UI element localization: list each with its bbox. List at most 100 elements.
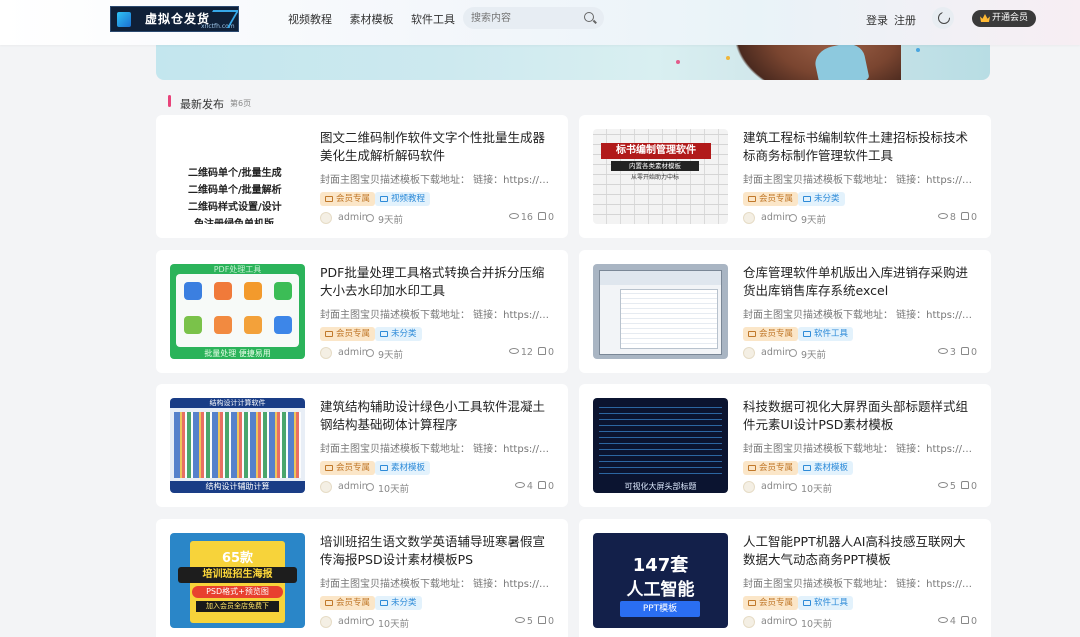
post-thumbnail[interactable] xyxy=(593,264,728,359)
author-avatar[interactable] xyxy=(743,347,755,359)
category-tag[interactable]: 未分类 xyxy=(798,192,845,206)
thumbs-up-icon xyxy=(960,212,969,220)
crown-icon xyxy=(980,14,990,22)
register-link[interactable]: 注册 xyxy=(894,12,916,28)
post-title[interactable]: 建筑工程标书编制软件土建招标投标技术标商务标制作管理软件工具 xyxy=(743,129,977,165)
vip-tag[interactable]: 会员专属 xyxy=(743,327,799,341)
thumb-line: 结构设计辅助计算 xyxy=(170,481,305,493)
post-thumbnail[interactable]: PDF处理工具 批量处理 便捷易用 xyxy=(170,264,305,359)
vip-tag[interactable]: 会员专属 xyxy=(320,596,376,610)
author-name[interactable]: admin xyxy=(761,212,791,223)
thumbs-up-icon xyxy=(537,347,546,355)
clock-icon xyxy=(366,618,374,626)
view-count: 5 xyxy=(526,616,533,627)
thumb-line: 65款 xyxy=(221,551,254,566)
author-avatar[interactable] xyxy=(743,481,755,493)
author-name[interactable]: admin xyxy=(338,347,368,358)
eye-icon xyxy=(937,482,948,488)
like-count: 0 xyxy=(547,616,554,627)
post-title[interactable]: 仓库管理软件单机版出入库进销存采购进货出库销售库存系统excel xyxy=(743,264,977,300)
vip-tag-icon xyxy=(748,600,756,606)
view-count: 16 xyxy=(520,212,533,223)
vip-tag[interactable]: 会员专属 xyxy=(743,461,799,475)
category-tag[interactable]: 未分类 xyxy=(375,596,422,610)
post-card[interactable]: 可视化大屏头部标题 科技数据可视化大屏界面头部标题样式组件元素UI设计PSD素材… xyxy=(579,384,991,507)
search-input[interactable] xyxy=(471,10,576,26)
category-tag[interactable]: 素材模板 xyxy=(375,461,431,475)
post-title[interactable]: 培训班招生语文数学英语辅导班寒暑假宣传海报PSD设计素材模板PS xyxy=(320,533,554,569)
author-avatar[interactable] xyxy=(320,347,332,359)
nav-item-video-tutorials[interactable]: 视频教程 xyxy=(288,13,332,26)
nav-item-software-tools[interactable]: 软件工具 xyxy=(411,13,455,26)
nav-item-templates[interactable]: 素材模板 xyxy=(350,13,394,26)
post-thumbnail[interactable]: 可视化大屏头部标题 xyxy=(593,398,728,493)
thumbs-up-icon xyxy=(537,616,546,624)
vip-tag[interactable]: 会员专属 xyxy=(743,596,799,610)
category-tag[interactable]: 软件工具 xyxy=(798,596,854,610)
view-count: 8 xyxy=(949,212,956,223)
tag-label: 软件工具 xyxy=(814,598,849,608)
author-avatar[interactable] xyxy=(320,616,332,628)
thumbs-up-icon xyxy=(960,616,969,624)
author-avatar[interactable] xyxy=(743,212,755,224)
post-thumbnail[interactable]: 标书编制管理软件 内置各类素材模板 从零开始助力中标 xyxy=(593,129,728,224)
clock-icon xyxy=(789,483,797,491)
thumb-icon-grid xyxy=(174,412,301,478)
vip-button[interactable]: 开通会员 xyxy=(972,10,1036,27)
author-name[interactable]: admin xyxy=(761,481,791,492)
post-card[interactable]: 结构设计计算软件 结构设计辅助计算 建筑结构辅助设计绿色小工具软件混凝土钢结构基… xyxy=(156,384,568,507)
category-tag[interactable]: 软件工具 xyxy=(798,327,854,341)
post-card[interactable]: 标书编制管理软件 内置各类素材模板 从零开始助力中标 建筑工程标书编制软件土建招… xyxy=(579,115,991,238)
author-avatar[interactable] xyxy=(320,481,332,493)
post-stats: 40 xyxy=(937,616,977,627)
post-title[interactable]: 图文二维码制作软件文字个性批量生成器美化生成解析解码软件 xyxy=(320,129,554,165)
author-name[interactable]: admin xyxy=(338,212,368,223)
post-card[interactable]: 147套 人工智能 PPT模板 人工智能PPT机器人AI高科技感互联网大数据大气… xyxy=(579,519,991,637)
post-card[interactable]: 二维码单个/批量生成 二维码单个/批量解析 二维码样式设置/设计 免注册绿色单机… xyxy=(156,115,568,238)
post-stats: 12 0 xyxy=(508,347,554,358)
search-icon[interactable] xyxy=(584,12,594,22)
post-title[interactable]: 科技数据可视化大屏界面头部标题样式组件元素UI设计PSD素材模板 xyxy=(743,398,977,434)
post-title[interactable]: 人工智能PPT机器人AI高科技感互联网大数据大气动态商务PPT模板 xyxy=(743,533,977,569)
author-name[interactable]: admin xyxy=(761,347,791,358)
banner-confetti xyxy=(676,60,680,64)
post-thumbnail[interactable]: 结构设计计算软件 结构设计辅助计算 xyxy=(170,398,305,493)
post-card[interactable]: 65款 培训班招生海报 PSD格式+预览图 加入会员全店免费下 培训班招生语文数… xyxy=(156,519,568,637)
folder-icon xyxy=(803,600,811,606)
vip-tag-icon xyxy=(748,465,756,471)
post-thumbnail[interactable]: 二维码单个/批量生成 二维码单个/批量解析 二维码样式设置/设计 免注册绿色单机… xyxy=(170,129,305,224)
post-title[interactable]: PDF批量处理工具格式转换合并拆分压缩大小去水印加水印工具 xyxy=(320,264,554,300)
post-card[interactable]: PDF处理工具 批量处理 便捷易用 PDF批量处理工具格式转换合并拆分压缩大小去… xyxy=(156,250,568,373)
vip-button-label: 开通会员 xyxy=(992,13,1029,23)
tag-label: 会员专属 xyxy=(759,463,794,473)
drop-icon xyxy=(244,282,262,300)
login-link[interactable]: 登录 xyxy=(866,12,888,28)
post-card[interactable]: 仓库管理软件单机版出入库进销存采购进货出库销售库存系统excel 封面主图宝贝描… xyxy=(579,250,991,373)
like-count: 0 xyxy=(970,616,977,627)
author-avatar[interactable] xyxy=(743,616,755,628)
author-avatar[interactable] xyxy=(320,212,332,224)
post-thumbnail[interactable]: 147套 人工智能 PPT模板 xyxy=(593,533,728,628)
folder-icon xyxy=(380,600,388,606)
post-time: 9天前 xyxy=(801,215,827,226)
thumb-line: 可视化大屏头部标题 xyxy=(624,482,697,491)
post-title[interactable]: 建筑结构辅助设计绿色小工具软件混凝土钢结构基础砌体计算程序 xyxy=(320,398,554,434)
dark-mode-toggle-moon-icon[interactable] xyxy=(932,7,954,29)
site-logo[interactable]: 虚拟仓发货 xnctfh.com xyxy=(110,6,239,32)
vip-tag[interactable]: 会员专属 xyxy=(320,327,376,341)
category-tag[interactable]: 未分类 xyxy=(375,327,422,341)
thumb-line: 147套 xyxy=(632,555,689,576)
author-name[interactable]: admin xyxy=(761,616,791,627)
author-name[interactable]: admin xyxy=(338,616,368,627)
post-description: 封面主图宝贝描述模板下载地址： 链接：https://pan.baidu.com xyxy=(320,175,554,186)
post-stats: 50 xyxy=(937,481,977,492)
vip-tag[interactable]: 会员专属 xyxy=(743,192,799,206)
vip-tag[interactable]: 会员专属 xyxy=(320,461,376,475)
vip-tag[interactable]: 会员专属 xyxy=(320,192,376,206)
category-tag[interactable]: 视频教程 xyxy=(375,192,431,206)
category-tag[interactable]: 素材模板 xyxy=(798,461,854,475)
post-stats: 80 xyxy=(937,212,977,223)
tag-label: 视频教程 xyxy=(391,194,426,204)
post-thumbnail[interactable]: 65款 培训班招生海报 PSD格式+预览图 加入会员全店免费下 xyxy=(170,533,305,628)
author-name[interactable]: admin xyxy=(338,481,368,492)
